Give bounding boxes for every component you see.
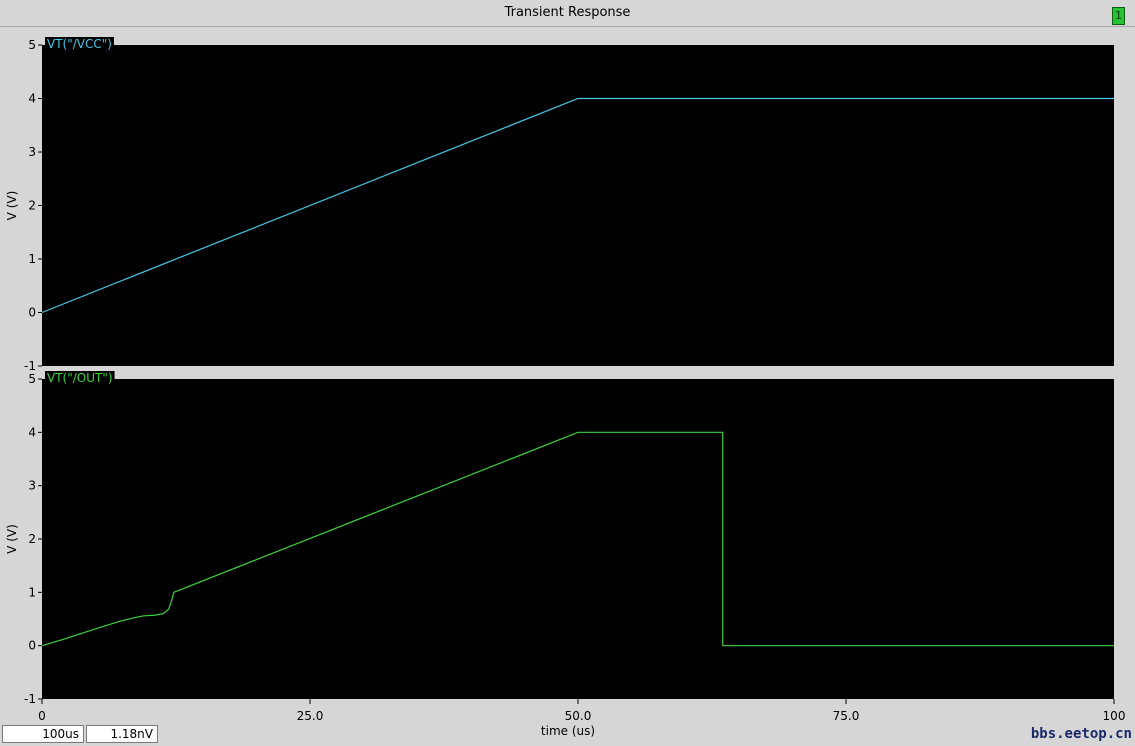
watermark: bbs.eetop.cn [1030, 726, 1132, 742]
x-tick-label: 75.0 [833, 709, 860, 723]
plot-panel-2: -1 0 1 2 3 4 5 V (V) VT("/OUT") [5, 371, 1114, 706]
y-tick-label: 0 [28, 639, 36, 653]
y-tick-label: -1 [24, 359, 36, 373]
series-label: VT("/OUT") [47, 371, 113, 385]
y-tick-label: 1 [28, 252, 36, 266]
y-tick-label: 2 [28, 199, 36, 213]
y-tick-label: 2 [28, 532, 36, 546]
y-tick-label: 4 [28, 425, 36, 439]
waveform-viewer-window: Transient Response 1 -1 0 1 2 3 4 5 V (V) VT("/V… [0, 0, 1135, 746]
y-tick-label: -1 [24, 692, 36, 706]
y-tick-label: 3 [28, 145, 36, 159]
y-axis-label: V (V) [5, 191, 19, 221]
x-axis-label: time (us) [541, 724, 595, 738]
x-tick-label: 25.0 [297, 709, 324, 723]
x-axis: 0 25.0 50.0 75.0 100 time (us) [38, 699, 1125, 738]
x-tick-label: 50.0 [565, 709, 592, 723]
plot-area-background [42, 379, 1114, 699]
x-tick-label: 0 [38, 709, 46, 723]
cursor-time-readout: 100us [2, 725, 84, 743]
y-tick-label: 4 [28, 92, 36, 106]
y-tick-label: 1 [28, 585, 36, 599]
status-bar: 100us 1.18nV [2, 725, 160, 743]
y-axis-label: V (V) [5, 524, 19, 554]
y-tick-label: 0 [28, 306, 36, 320]
plot-panel-1: -1 0 1 2 3 4 5 V (V) VT("/VCC") [5, 37, 1114, 373]
y-tick-label: 5 [28, 372, 36, 386]
series-label: VT("/VCC") [47, 37, 112, 51]
cursor-value-readout: 1.18nV [86, 725, 158, 743]
plot-area-background [42, 45, 1114, 366]
y-tick-label: 3 [28, 479, 36, 493]
y-tick-label: 5 [28, 38, 36, 52]
x-tick-label: 100 [1103, 709, 1126, 723]
transient-response-chart: -1012345V (V)VT("/VCC")-1012345V (V)VT("… [5, 37, 1125, 738]
